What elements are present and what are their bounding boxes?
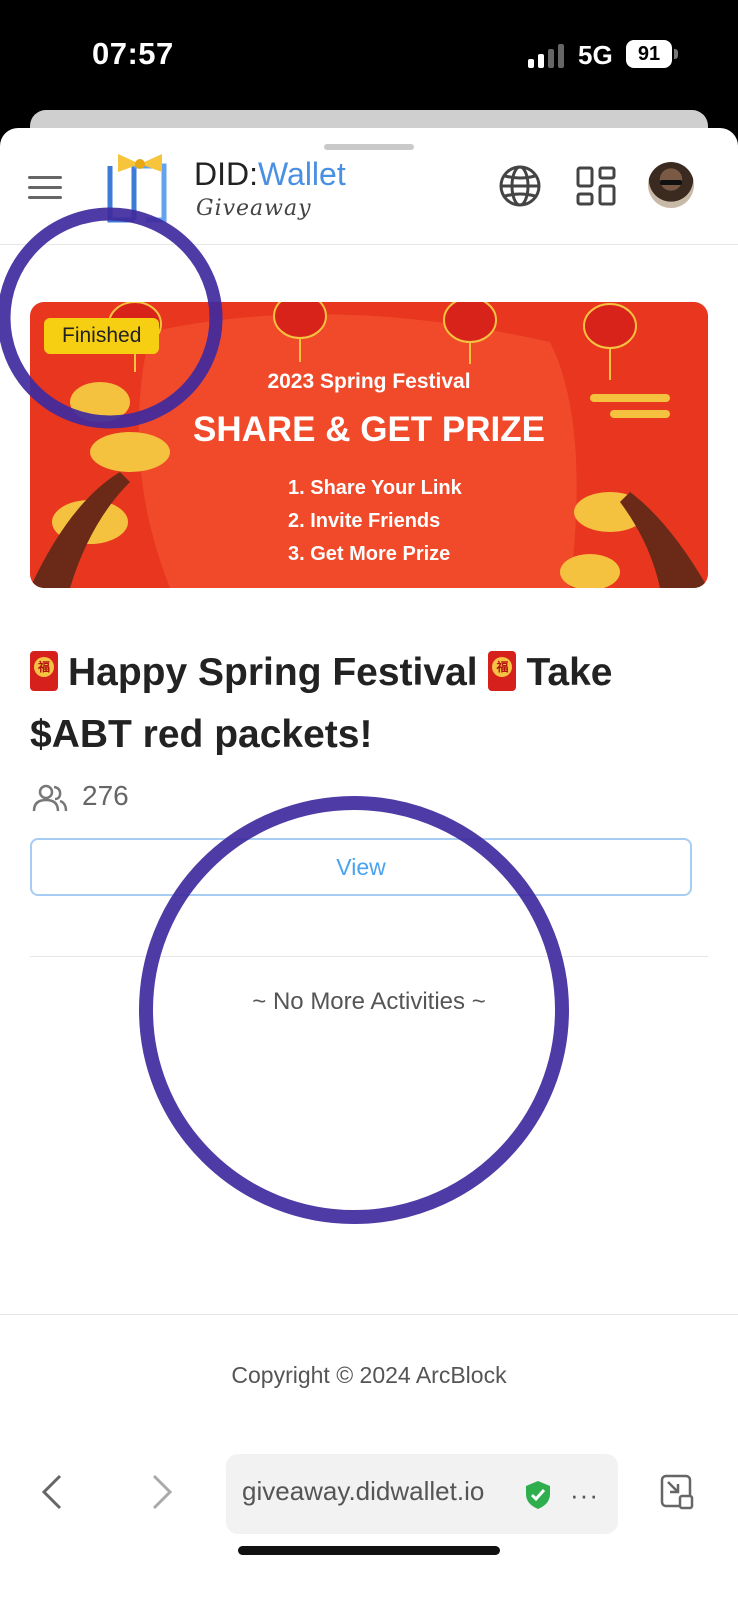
activity-banner[interactable]: Finished 2023 Spring Festival SHARE & GE… bbox=[30, 302, 708, 588]
activity-title[interactable]: Happy Spring Festival Take $ABT red pack… bbox=[30, 642, 710, 766]
status-badge: Finished bbox=[44, 318, 160, 354]
url-bar[interactable]: giveaway.didwallet.io ··· bbox=[226, 1454, 618, 1534]
did-wallet-logo-icon bbox=[107, 154, 167, 223]
list-divider bbox=[30, 956, 708, 957]
battery-icon: 91 bbox=[626, 40, 672, 68]
activity-title-part1: Happy Spring Festival bbox=[68, 651, 478, 694]
logo-wallet: Wallet bbox=[258, 156, 346, 192]
globe-icon[interactable] bbox=[498, 164, 542, 208]
more-options-icon[interactable]: ··· bbox=[570, 1480, 599, 1511]
battery-level: 91 bbox=[637, 43, 661, 65]
header-divider bbox=[0, 244, 738, 245]
status-time: 07:57 bbox=[92, 36, 174, 71]
participants-icon bbox=[32, 784, 68, 812]
footer-divider bbox=[0, 1314, 738, 1315]
user-avatar[interactable] bbox=[648, 162, 694, 208]
banner-step: 1. Share Your Link bbox=[288, 477, 462, 499]
banner-step: 2. Invite Friends bbox=[288, 510, 441, 532]
battery-tip bbox=[674, 49, 678, 59]
signal-icon bbox=[528, 44, 568, 68]
participant-count: 276 bbox=[82, 780, 129, 811]
copyright: Copyright © 2024 ArcBlock bbox=[231, 1362, 507, 1388]
status-bar: 07:57 5G 91 bbox=[0, 0, 738, 110]
banner-subtitle: 2023 Spring Festival bbox=[267, 370, 471, 393]
minimize-window-icon[interactable] bbox=[660, 1474, 694, 1510]
sheet-grabber[interactable] bbox=[324, 144, 414, 150]
logo-did: DID: bbox=[194, 156, 258, 192]
red-envelope-icon bbox=[30, 651, 58, 691]
banner-steps: 1. Share Your Link 2. Invite Friends 3. … bbox=[288, 472, 462, 571]
banner-step: 3. Get More Prize bbox=[288, 543, 451, 565]
network-type: 5G bbox=[578, 40, 613, 70]
banner-title: SHARE & GET PRIZE bbox=[193, 410, 545, 449]
view-button[interactable]: View bbox=[30, 838, 692, 896]
forward-arrow-icon[interactable] bbox=[150, 1472, 174, 1512]
apps-grid-icon[interactable] bbox=[576, 166, 616, 206]
back-arrow-icon[interactable] bbox=[40, 1472, 64, 1512]
no-more-activities: ~ No More Activities ~ bbox=[252, 988, 486, 1015]
red-envelope-icon bbox=[488, 651, 517, 691]
logo-subtitle: Giveaway bbox=[196, 196, 312, 221]
home-indicator[interactable] bbox=[238, 1546, 500, 1555]
verified-shield-icon bbox=[526, 1481, 550, 1509]
browser-sheet: DID:Wallet Giveaway Finished 2023 Spring… bbox=[0, 128, 738, 1600]
hamburger-menu-icon[interactable] bbox=[28, 176, 62, 200]
url-text: giveaway.didwallet.io bbox=[242, 1476, 485, 1506]
logo-title: DID:Wallet bbox=[194, 156, 346, 193]
